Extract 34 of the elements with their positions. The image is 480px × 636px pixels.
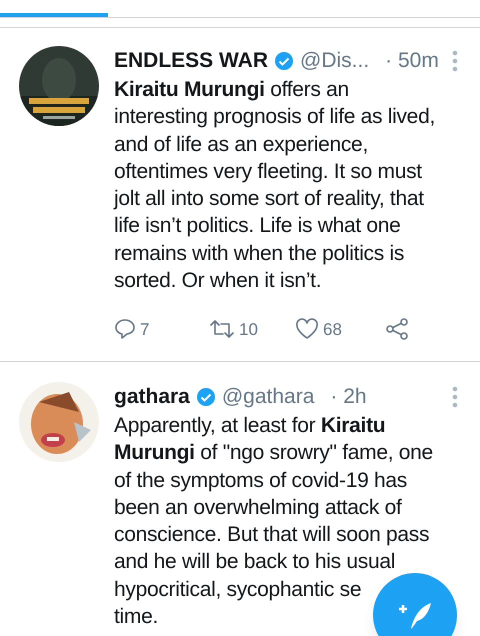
- author-handle: @gathara: [222, 384, 314, 410]
- more-options-icon[interactable]: [452, 386, 458, 408]
- more-options-icon[interactable]: [452, 50, 458, 72]
- compose-tweet-button[interactable]: [373, 573, 457, 636]
- tweet-text-line: oftentimes very fleeting. It so must: [114, 158, 422, 185]
- tweet-text-line: Murungi of "ngo srowry" fame, one: [114, 440, 433, 466]
- tweet-text-line: jolt all into some sort of reality, that: [114, 186, 424, 212]
- author-name: gathara: [114, 384, 190, 410]
- tweet-text-line: conscience. But that will soon pass: [114, 522, 430, 548]
- tweet-text-line: sorted. Or when it isn’t.: [114, 268, 322, 294]
- share-icon: [385, 317, 409, 342]
- tweet-text-line: been an overwhelming attack of: [114, 494, 402, 521]
- author-name: ENDLESS WAR: [114, 48, 268, 74]
- tweet-text-line: Apparently, at least for Kiraitu: [114, 413, 386, 439]
- share-button[interactable]: [385, 317, 409, 342]
- tweet-text-line: Kiraitu Murungi offers an: [114, 77, 349, 103]
- tweet-text-line: time.: [114, 604, 158, 630]
- tweet-time: · 50m: [385, 48, 439, 74]
- tweet-text-line: and of life as an experience,: [114, 132, 368, 158]
- reply-button[interactable]: 7: [114, 316, 209, 342]
- like-button[interactable]: 68: [295, 316, 385, 342]
- author-handle: @Dis...: [300, 48, 370, 74]
- retweet-button[interactable]: 10: [209, 316, 295, 342]
- tweet-text-line: hypocritical, sycophantic se: [114, 576, 362, 603]
- tweet-time: · 2h: [330, 384, 367, 410]
- tweet-text-line: and he will be back to his usual: [114, 549, 396, 576]
- tweet-text-line: interesting prognosis of life as lived,: [114, 104, 435, 130]
- tweet-text-line: remains with when the politics is: [114, 240, 404, 267]
- retweet-icon: [209, 318, 235, 340]
- tab-indicator[interactable]: [0, 13, 108, 17]
- tweet-text-line: of the symptoms of covid-19 has: [114, 468, 408, 494]
- heart-icon: [295, 318, 319, 340]
- tweet-text-line: life isn’t politics. Life is what one: [114, 213, 401, 240]
- reply-icon: [114, 318, 136, 340]
